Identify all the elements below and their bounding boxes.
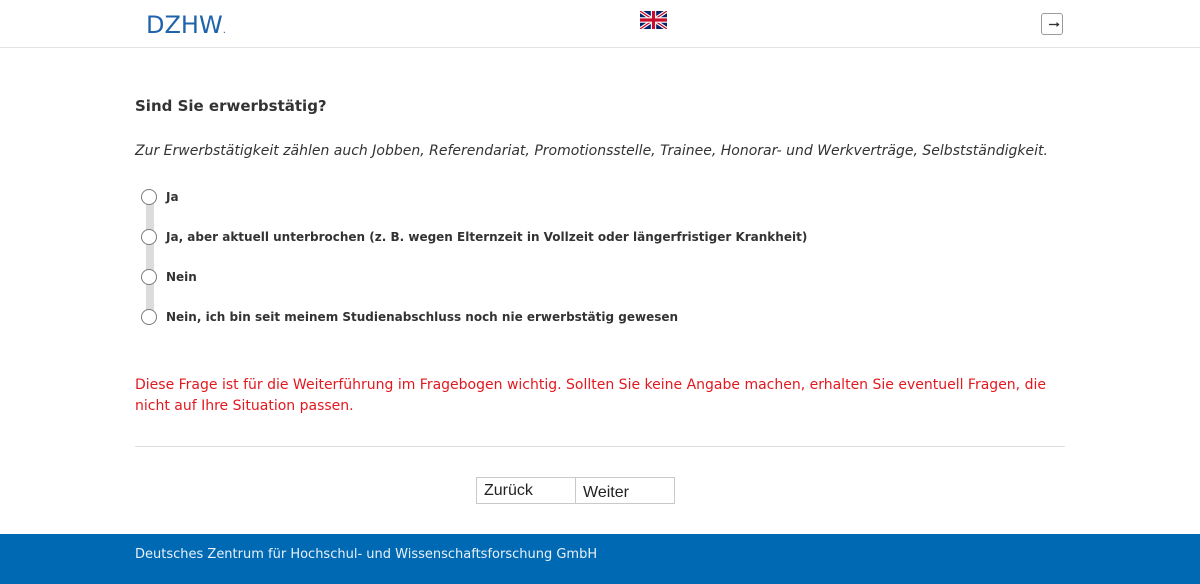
dzhw-logo[interactable]: DZHW. [146,11,226,45]
option-label: Nein [166,270,197,284]
question-title: Sind Sie erwerbstätig? [135,97,327,115]
option-ja[interactable]: Ja [141,187,179,207]
radio-button[interactable] [141,269,157,285]
header: DZHW. [0,0,1200,48]
option-nein[interactable]: Nein [141,267,197,287]
options-track [146,200,154,318]
footer-text: Deutsches Zentrum für Hochschul- und Wis… [135,547,598,562]
warning-message: Diese Frage ist für die Weiterführung im… [135,377,1046,414]
logout-icon [1049,22,1060,27]
logo-dot: . [222,25,226,36]
next-button[interactable]: Weiter [575,477,675,504]
divider [135,446,1065,447]
option-nein-nie[interactable]: Nein, ich bin seit meinem Studienabschlu… [141,307,678,327]
footer: Deutsches Zentrum für Hochschul- und Wis… [0,534,1200,584]
option-ja-unterbrochen[interactable]: Ja, aber aktuell unterbrochen (z. B. weg… [141,227,807,247]
option-label: Ja, aber aktuell unterbrochen (z. B. weg… [166,230,808,244]
option-label: Ja [166,190,179,204]
radio-button[interactable] [141,309,157,325]
radio-button[interactable] [141,229,157,245]
option-label: Nein, ich bin seit meinem Studienabschlu… [166,310,679,324]
radio-button[interactable] [141,189,157,205]
logo-text: DZHW [146,11,223,39]
question-hint: Zur Erwerbstätigkeit zählen auch Jobben,… [135,143,1048,159]
logout-button[interactable] [1041,13,1063,35]
uk-flag-icon[interactable] [640,11,667,29]
back-button[interactable]: Zurück [476,477,576,504]
